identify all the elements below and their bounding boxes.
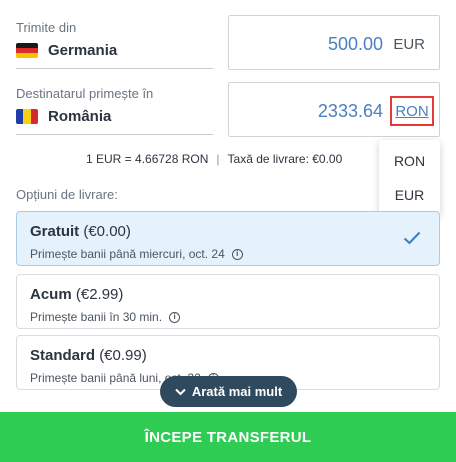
rate-separator: | xyxy=(216,152,220,166)
option-description: Primește banii în 30 min. i xyxy=(30,310,181,324)
option-price: (€0.00) xyxy=(83,223,131,240)
start-transfer-button[interactable]: ÎNCEPE TRANSFERUL xyxy=(0,412,456,462)
option-title: Standard xyxy=(30,347,96,364)
option-name: Gratuit (€0.00) xyxy=(30,223,131,240)
dropdown-option-ron[interactable]: RON xyxy=(379,153,440,169)
delivery-options-title: Opțiuni de livrare: xyxy=(16,187,118,202)
dropdown-option-eur[interactable]: EUR xyxy=(379,187,440,203)
option-price: (€2.99) xyxy=(75,286,124,303)
sender-amount-field[interactable]: 500.00 EUR xyxy=(228,15,440,70)
sender-underline xyxy=(16,68,213,69)
option-title: Gratuit xyxy=(30,223,80,240)
recipient-country-select[interactable]: România xyxy=(16,108,111,125)
option-price: (€0.99) xyxy=(99,347,147,364)
sender-country-select[interactable]: Germania xyxy=(16,42,117,59)
germany-flag-icon xyxy=(16,43,38,58)
show-more-label: Arată mai mult xyxy=(191,384,283,399)
recipient-label: Destinatarul primește în xyxy=(16,86,154,101)
option-description: Primește banii până miercuri, oct. 24 i xyxy=(30,247,243,261)
info-icon[interactable]: i xyxy=(231,248,243,260)
option-name: Standard (€0.99) xyxy=(30,347,147,364)
recipient-amount-value: 2333.64 xyxy=(317,101,383,121)
delivery-option-free[interactable]: Gratuit (€0.00) Primește banii până mier… xyxy=(16,211,440,266)
currency-dropdown: RON EUR xyxy=(379,140,440,216)
recipient-currency-select[interactable]: RON xyxy=(390,96,434,126)
info-icon[interactable]: i xyxy=(169,311,181,323)
chevron-down-icon xyxy=(175,388,186,396)
sender-label: Trimite din xyxy=(16,20,77,35)
recipient-country-name: România xyxy=(48,108,112,125)
delivery-fee: Taxă de livrare: €0.00 xyxy=(227,152,343,166)
sender-amount-value: 500.00 xyxy=(327,34,383,54)
check-icon xyxy=(403,231,421,245)
show-more-button[interactable]: Arată mai mult xyxy=(160,376,297,407)
sender-currency: EUR xyxy=(393,36,425,53)
option-desc-text: Primește banii până miercuri, oct. 24 xyxy=(30,247,225,261)
recipient-underline xyxy=(16,134,213,135)
option-desc-text: Primește banii în 30 min. xyxy=(30,310,163,324)
sender-country-name: Germania xyxy=(48,42,118,59)
rate-info: 1 EUR = 4.66728 RON | Taxă de livrare: €0.… xyxy=(86,152,342,166)
option-title: Acum xyxy=(30,286,72,303)
romania-flag-icon xyxy=(16,109,38,124)
delivery-option-now[interactable]: Acum (€2.99) Primește banii în 30 min. i xyxy=(16,274,440,329)
option-name: Acum (€2.99) xyxy=(30,286,123,303)
exchange-rate: 1 EUR = 4.66728 RON xyxy=(86,152,209,166)
